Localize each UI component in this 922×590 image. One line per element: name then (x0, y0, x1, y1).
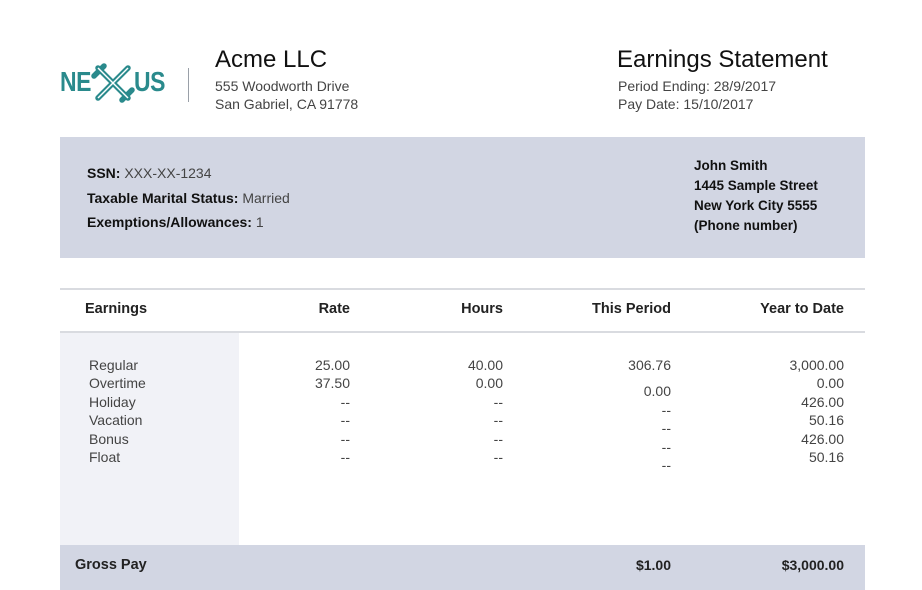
rate-cell: -- (340, 394, 350, 410)
pay-date: Pay Date: 15/10/2017 (618, 96, 754, 112)
company-address-line1: 555 Woodworth Drive (215, 78, 350, 94)
rate-cell: -- (340, 449, 350, 465)
ssn-row: SSN: XXX-XX-1234 (87, 165, 212, 181)
hours-cell: -- (493, 431, 503, 447)
hours-cell: -- (493, 412, 503, 428)
earning-label-bonus: Bonus (89, 431, 129, 447)
exemptions-value: 1 (255, 214, 264, 230)
header-year-to-date: Year to Date (760, 301, 844, 317)
this-period-cell: 306.76 (628, 357, 671, 373)
this-period-cell: -- (661, 402, 671, 418)
header-hours: Hours (461, 301, 503, 317)
employee-phone: (Phone number) (694, 218, 798, 233)
ytd-cell: 426.00 (801, 431, 844, 447)
ytd-cell: 3,000.00 (789, 357, 845, 373)
marital-status-value: Married (242, 190, 290, 206)
gross-pay-label: Gross Pay (75, 557, 147, 573)
rate-cell: 37.50 (314, 375, 350, 391)
logo-text-left: NE (60, 66, 92, 97)
this-period-cell: 0.00 (643, 383, 671, 399)
earning-label-holiday: Holiday (89, 394, 136, 410)
ytd-cell: 50.16 (808, 412, 844, 428)
earning-label-regular: Regular (89, 357, 139, 373)
earnings-label-column (60, 333, 239, 545)
marital-status-row: Taxable Marital Status: Married (87, 190, 290, 206)
company-name: Acme LLC (215, 46, 328, 73)
hours-cell: 0.00 (475, 375, 503, 391)
this-period-cell: -- (661, 420, 671, 436)
ytd-cell: 0.00 (816, 375, 844, 391)
employee-info-panel: SSN: XXX-XX-1234 Taxable Marital Status:… (60, 137, 865, 258)
earning-label-overtime: Overtime (89, 375, 146, 391)
exemptions-row: Exemptions/Allowances: 1 (87, 214, 264, 230)
company-logo: NE US (60, 62, 166, 103)
gross-pay-this-period: $1.00 (635, 557, 671, 573)
header-divider (188, 68, 189, 102)
statement-title: Earnings Statement (617, 46, 828, 73)
employee-city: New York City 5555 (694, 198, 818, 213)
employee-street: 1445 Sample Street (694, 178, 818, 193)
earning-label-vacation: Vacation (89, 412, 143, 428)
rate-cell: -- (340, 412, 350, 428)
exemptions-label: Exemptions/Allowances: (87, 214, 252, 230)
earning-label-float: Float (89, 449, 121, 465)
period-ending: Period Ending: 28/9/2017 (618, 78, 777, 94)
hours-cell: -- (493, 449, 503, 465)
company-address-line2: San Gabriel, CA 91778 (215, 96, 359, 112)
marital-status-label: Taxable Marital Status: (87, 190, 239, 206)
header-this-period: This Period (592, 301, 671, 317)
hours-cell: 40.00 (467, 357, 503, 373)
ytd-cell: 426.00 (801, 394, 844, 410)
ssn-label: SSN: (87, 165, 121, 181)
ytd-cell: 50.16 (808, 449, 844, 465)
logo-knot-icon (91, 63, 135, 103)
table-top-rule (60, 288, 865, 290)
hours-cell: -- (493, 394, 503, 410)
this-period-cell: -- (661, 457, 671, 473)
employee-name: John Smith (694, 158, 768, 173)
header-earnings: Earnings (85, 301, 148, 317)
header-rate: Rate (318, 301, 350, 317)
rate-cell: 25.00 (314, 357, 350, 373)
logo-text-right: US (134, 66, 166, 97)
ssn-value: XXX-XX-1234 (124, 165, 212, 181)
rate-cell: -- (340, 431, 350, 447)
gross-pay-bar (60, 545, 865, 590)
this-period-cell: -- (661, 439, 671, 455)
gross-pay-year-to-date: $3,000.00 (781, 557, 844, 573)
